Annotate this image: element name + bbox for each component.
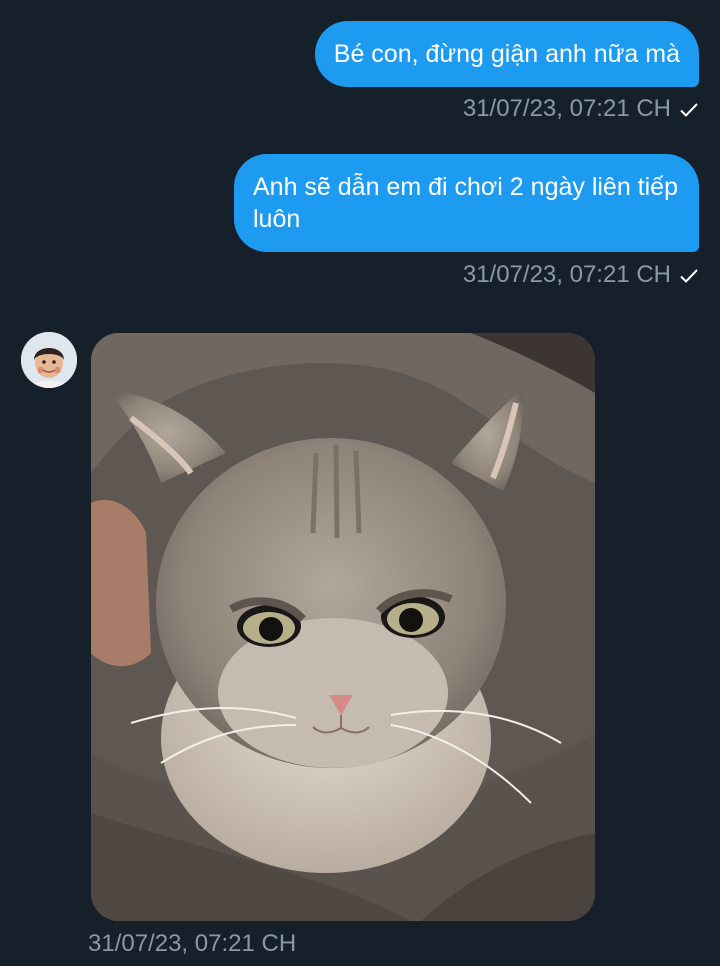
message-text: Bé con, đừng giận anh nữa mà — [333, 40, 680, 68]
check-icon — [679, 97, 699, 125]
outgoing-message-bubble[interactable]: Bé con, đừng giận anh nữa mà — [314, 21, 699, 87]
timestamp-text: 31/07/23, 07:21 CH — [462, 261, 671, 288]
timestamp-text: 31/07/23, 07:21 CH — [88, 930, 297, 957]
message-timestamp: 31/07/23, 07:21 CH — [463, 95, 699, 125]
message-timestamp: 31/07/23, 07:21 CH — [88, 930, 296, 958]
timestamp-text: 31/07/23, 07:21 CH — [462, 95, 671, 122]
user-avatar[interactable] — [21, 332, 77, 388]
check-icon — [679, 263, 699, 291]
cat-photo[interactable] — [91, 333, 595, 921]
message-timestamp: 31/07/23, 07:21 CH — [463, 261, 699, 291]
outgoing-message-bubble[interactable]: Anh sẽ dẫn em đi chơi 2 ngày liên tiếp l… — [234, 154, 699, 252]
message-text: Anh sẽ dẫn em đi chơi 2 ngày liên tiếp l… — [253, 173, 678, 233]
